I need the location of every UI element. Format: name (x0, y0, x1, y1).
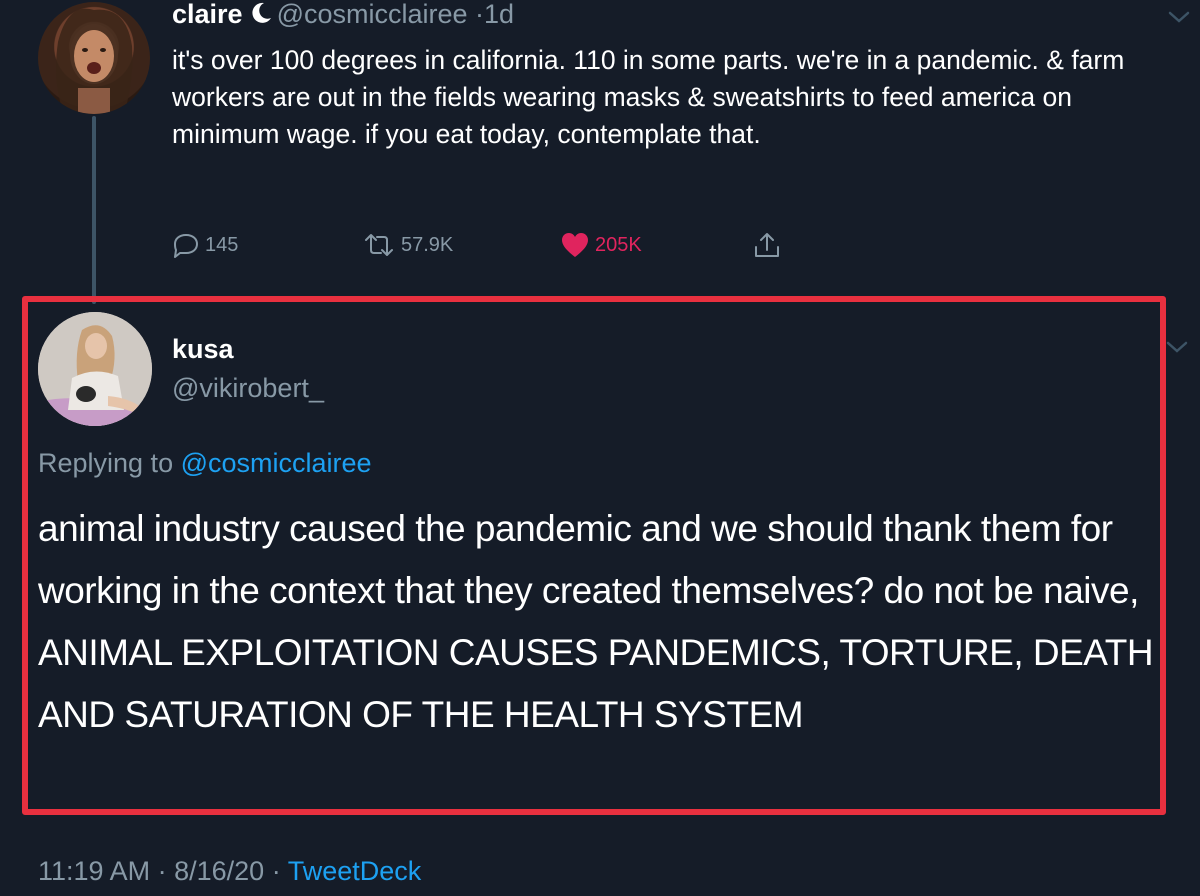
reply-tweet-date[interactable]: 8/16/20 (174, 856, 264, 886)
parent-tweet-text: it's over 100 degrees in california. 110… (172, 45, 1125, 149)
share-action[interactable] (752, 228, 782, 262)
avatar-claire[interactable] (38, 2, 150, 114)
meta-dot-2: · (271, 856, 281, 886)
avatar-claire-image (56, 8, 133, 114)
moon-icon (251, 2, 271, 23)
reply-author-name[interactable]: kusa (172, 330, 234, 368)
avatar-kusa[interactable] (38, 312, 152, 426)
reply-author-handle[interactable]: @vikirobert_ (172, 369, 324, 407)
chevron-down-icon[interactable] (1166, 340, 1188, 354)
reply-tweet-client[interactable]: TweetDeck (288, 856, 422, 886)
share-icon (755, 233, 779, 257)
retweet-icon (365, 234, 393, 256)
header-separator (468, 0, 476, 29)
retweet-action[interactable]: 57.9K (362, 228, 453, 262)
tweet-thread-screen: claire @cosmicclairee ·1d it's over 100 d… (0, 0, 1200, 896)
parent-tweet-time[interactable]: 1d (484, 0, 514, 29)
like-action[interactable]: 205K (560, 228, 642, 262)
reply-tweet-time[interactable]: 11:19 AM (38, 856, 150, 886)
header-dot: · (475, 0, 485, 29)
retweet-count: 57.9K (401, 233, 454, 256)
parent-author-name[interactable]: claire (172, 0, 243, 29)
heart-icon (562, 233, 588, 257)
avatar-kusa-image (38, 312, 152, 426)
reply-icon (174, 234, 198, 258)
reply-tweet-text: animal industry caused the pandemic and … (38, 508, 1154, 735)
replying-to-link[interactable]: @cosmicclairee (181, 448, 372, 478)
reply-count: 145 (205, 233, 239, 256)
replying-to-line: Replying to @cosmicclairee (38, 444, 372, 482)
chevron-down-icon[interactable] (1168, 10, 1190, 24)
like-count: 205K (595, 233, 642, 256)
meta-dot-1: · (157, 856, 167, 886)
parent-tweet-header: claire @cosmicclairee ·1d (172, 0, 514, 34)
replying-to-label: Replying to (38, 448, 174, 478)
parent-author-handle[interactable]: @cosmicclairee (277, 0, 468, 29)
reply-action[interactable]: 145 (172, 228, 238, 262)
thread-connector-line (92, 116, 96, 304)
reply-tweet-meta: 11:19 AM · 8/16/20 · TweetDeck (38, 852, 421, 890)
